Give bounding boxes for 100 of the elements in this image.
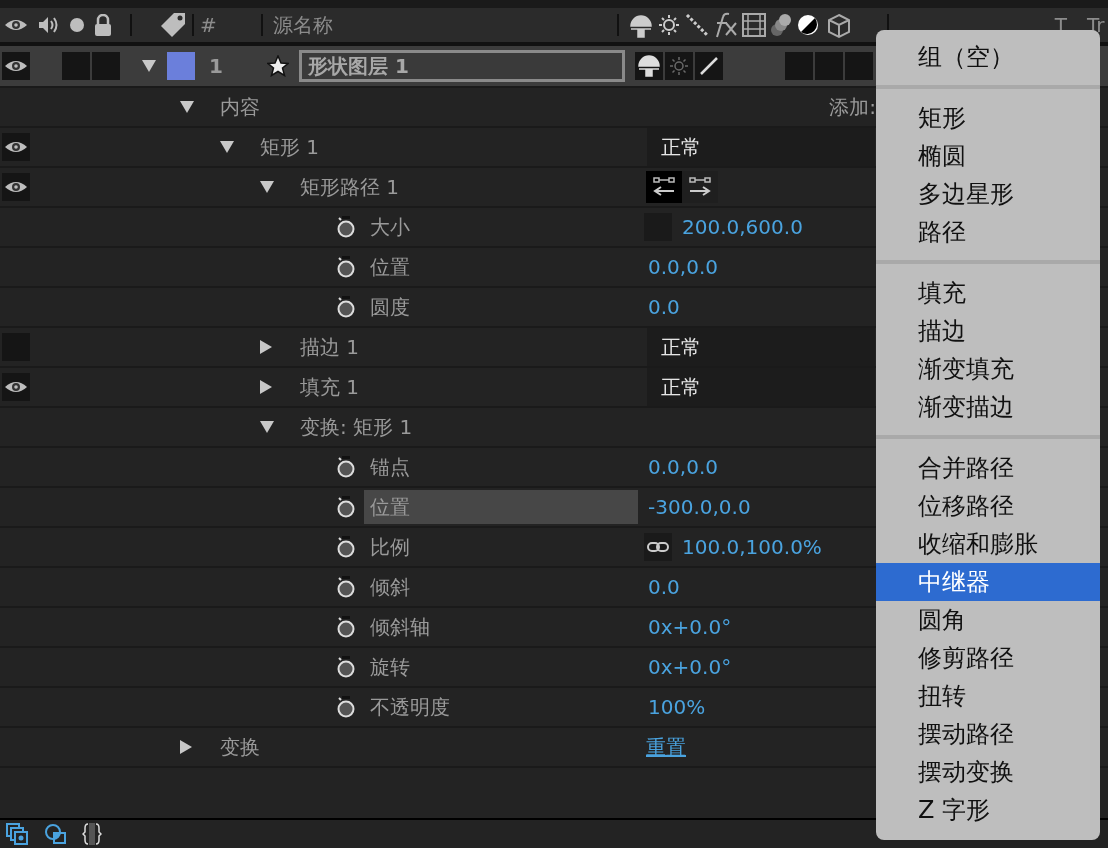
- layer-switch[interactable]: [785, 52, 813, 80]
- property-value[interactable]: 0.0: [648, 575, 680, 599]
- property-label[interactable]: 圆度: [370, 290, 410, 324]
- property-value[interactable]: 100.0,100.0%: [682, 535, 822, 559]
- expand-triangle-icon[interactable]: [220, 141, 234, 153]
- layer-switch[interactable]: [815, 52, 843, 80]
- menu-item[interactable]: 矩形: [876, 99, 1100, 137]
- stopwatch-icon[interactable]: [336, 616, 356, 638]
- menu-item[interactable]: 扭转: [876, 677, 1100, 715]
- stopwatch-icon[interactable]: [336, 496, 356, 518]
- property-label[interactable]: 矩形路径 1: [300, 170, 400, 204]
- menu-item[interactable]: 收缩和膨胀: [876, 525, 1100, 563]
- label-color-swatch[interactable]: [167, 52, 195, 80]
- collapse-triangle-icon[interactable]: [260, 380, 272, 394]
- eye-icon: [4, 59, 28, 73]
- menu-item[interactable]: 圆角: [876, 601, 1100, 639]
- expand-triangle-icon[interactable]: [260, 421, 274, 433]
- property-label[interactable]: 变换: [220, 730, 260, 764]
- path-direction-button[interactable]: [682, 171, 718, 203]
- constrain-toggle[interactable]: [644, 533, 672, 561]
- property-label[interactable]: 锚点: [370, 450, 410, 484]
- number-column-header: #: [200, 13, 217, 37]
- property-label[interactable]: 位置: [364, 490, 638, 524]
- property-label[interactable]: 旋转: [370, 650, 410, 684]
- add-label[interactable]: 添加:: [829, 93, 876, 121]
- menu-item[interactable]: 中继器: [876, 563, 1100, 601]
- shy-switch[interactable]: [635, 52, 663, 80]
- sun-icon: [669, 56, 689, 76]
- collapse-triangle-icon[interactable]: [260, 340, 272, 354]
- menu-item[interactable]: Z 字形: [876, 791, 1100, 829]
- stopwatch-icon[interactable]: [336, 696, 356, 718]
- property-label[interactable]: 倾斜: [370, 570, 410, 604]
- collapse-triangle-icon[interactable]: [180, 740, 192, 754]
- stopwatch-icon[interactable]: [336, 256, 356, 278]
- quality-switch[interactable]: [665, 52, 693, 80]
- stopwatch-icon[interactable]: [336, 456, 356, 478]
- solo-dot-icon: [70, 18, 84, 32]
- property-label[interactable]: 大小: [370, 210, 410, 244]
- stopwatch-icon[interactable]: [336, 216, 356, 238]
- menu-item[interactable]: 位移路径: [876, 487, 1100, 525]
- property-value[interactable]: 0x+0.0°: [648, 615, 732, 639]
- tag-icon: [160, 12, 186, 38]
- stopwatch-icon[interactable]: [336, 576, 356, 598]
- blend-mode-dropdown[interactable]: 正常: [647, 368, 875, 406]
- column-header: Tr: [1087, 13, 1105, 37]
- visibility-toggle[interactable]: [2, 373, 30, 401]
- stopwatch-icon[interactable]: [336, 536, 356, 558]
- property-label[interactable]: 变换: 矩形 1: [300, 410, 413, 444]
- visibility-toggle[interactable]: [2, 173, 30, 201]
- expand-triangle-icon[interactable]: [260, 181, 274, 193]
- menu-item[interactable]: 多边星形: [876, 175, 1100, 213]
- property-label[interactable]: 比例: [370, 530, 410, 564]
- lock-toggle[interactable]: [92, 52, 120, 80]
- braces-icon[interactable]: [82, 822, 102, 846]
- property-value[interactable]: 0x+0.0°: [648, 655, 732, 679]
- property-value[interactable]: 100%: [648, 695, 706, 719]
- visibility-toggle[interactable]: [2, 52, 30, 80]
- layers-icon[interactable]: [6, 823, 30, 845]
- source-name-column-header: 源名称: [272, 11, 333, 39]
- menu-item[interactable]: 渐变填充: [876, 350, 1100, 388]
- visibility-toggle[interactable]: [2, 133, 30, 161]
- eye-icon: [4, 180, 28, 194]
- property-label[interactable]: 填充 1: [300, 370, 360, 404]
- menu-item[interactable]: 组（空）: [876, 38, 1100, 76]
- reset-link[interactable]: 重置: [646, 733, 686, 761]
- expand-triangle-icon[interactable]: [142, 59, 156, 72]
- property-label[interactable]: 内容: [220, 90, 260, 124]
- menu-item[interactable]: 填充: [876, 274, 1100, 312]
- shy-icon: [638, 55, 660, 77]
- property-label[interactable]: 描边 1: [300, 330, 360, 364]
- layer-switch[interactable]: [845, 52, 873, 80]
- shape-overlap-icon[interactable]: [44, 823, 68, 845]
- menu-item[interactable]: 渐变描边: [876, 388, 1100, 426]
- menu-item[interactable]: 路径: [876, 213, 1100, 251]
- property-label[interactable]: 倾斜轴: [370, 610, 430, 644]
- property-label[interactable]: 不透明度: [370, 690, 450, 724]
- property-value[interactable]: 0.0: [648, 295, 680, 319]
- property-value[interactable]: 0.0,0.0: [648, 255, 718, 279]
- menu-item[interactable]: 描边: [876, 312, 1100, 350]
- menu-item[interactable]: 椭圆: [876, 137, 1100, 175]
- stopwatch-icon[interactable]: [336, 656, 356, 678]
- property-label[interactable]: 矩形 1: [260, 130, 320, 164]
- expand-triangle-icon[interactable]: [180, 101, 194, 113]
- layer-name-field[interactable]: 形状图层 1: [299, 50, 625, 82]
- menu-item[interactable]: 摆动变换: [876, 753, 1100, 791]
- menu-item[interactable]: 修剪路径: [876, 639, 1100, 677]
- menu-item[interactable]: 合并路径: [876, 449, 1100, 487]
- audio-toggle[interactable]: [62, 52, 90, 80]
- eye-icon: [4, 18, 28, 32]
- blend-mode-dropdown[interactable]: 正常: [647, 128, 875, 166]
- menu-item[interactable]: 摆动路径: [876, 715, 1100, 753]
- blend-mode-dropdown[interactable]: 正常: [647, 328, 875, 366]
- property-value[interactable]: -300.0,0.0: [648, 495, 751, 519]
- quality-switch[interactable]: [695, 52, 723, 80]
- stopwatch-icon[interactable]: [336, 296, 356, 318]
- path-direction-button[interactable]: [646, 171, 682, 203]
- eye-icon: [4, 380, 28, 394]
- property-label[interactable]: 位置: [370, 250, 410, 284]
- property-value[interactable]: 200.0,600.0: [682, 215, 803, 239]
- property-value[interactable]: 0.0,0.0: [648, 455, 718, 479]
